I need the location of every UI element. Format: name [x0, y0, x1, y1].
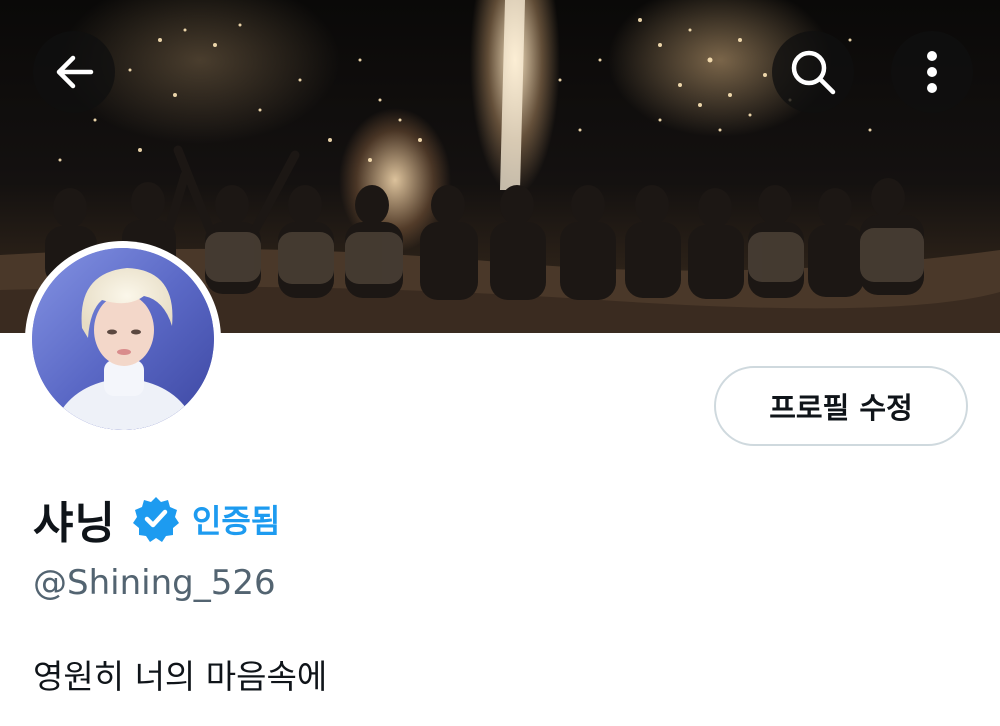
profile-page: 프로필 수정 샤닝 인증됨 @Shining_526 영원히 너의 마음속에 — [0, 0, 1000, 726]
more-vertical-icon — [927, 51, 937, 93]
back-button[interactable] — [33, 31, 115, 113]
edit-profile-label: 프로필 수정 — [769, 391, 913, 425]
search-icon — [791, 50, 836, 95]
username-handle: @Shining_526 — [33, 563, 276, 603]
search-button[interactable] — [772, 31, 854, 113]
arrow-left-icon — [56, 55, 94, 89]
avatar-portrait — [32, 248, 214, 430]
more-options-button[interactable] — [891, 31, 973, 113]
verified-label[interactable]: 인증됨 — [192, 496, 280, 542]
avatar-photo — [32, 248, 214, 430]
edit-profile-button[interactable]: 프로필 수정 — [714, 366, 968, 446]
profile-name-row: 샤닝 인증됨 — [33, 484, 280, 554]
verified-badge-icon[interactable] — [132, 495, 180, 543]
display-name: 샤닝 — [33, 498, 116, 549]
profile-avatar[interactable] — [25, 241, 221, 437]
profile-bio: 영원히 너의 마음속에 — [33, 657, 328, 696]
